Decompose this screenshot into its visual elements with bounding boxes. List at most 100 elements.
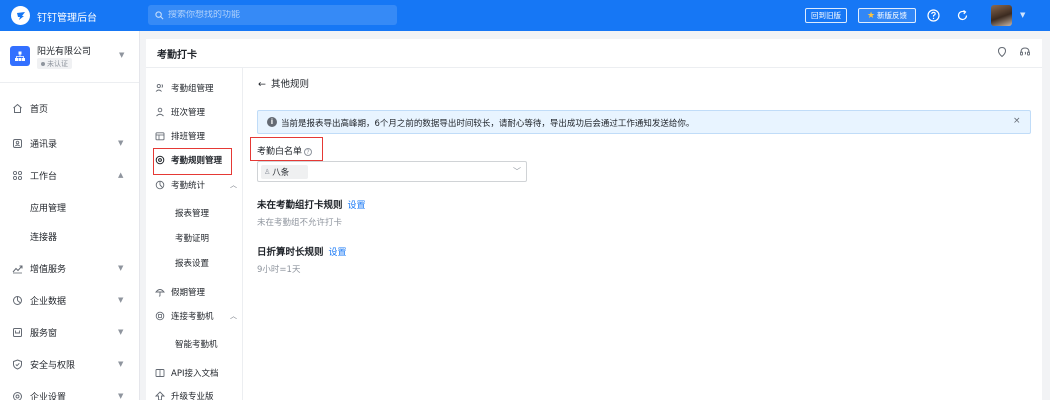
attendance-submenu: 考勤组管理 班次管理 排班管理 考勤规则管理 考勤统计 ︿ 报表管理 考勤证明 … [146,68,243,400]
member-tag[interactable]: ♙ 八条 [261,165,308,179]
workbench-icon [12,170,23,180]
star-icon: ★ [866,10,876,21]
group-icon [155,83,163,92]
submenu-item-report-settings[interactable]: 报表设置 [146,253,242,273]
submenu-label-schedule-manage: 排班管理 [171,132,206,142]
org-icon [10,46,30,66]
arrow-left-icon: ← [258,79,266,90]
question-icon[interactable]: ? [304,148,313,156]
org-name: 阳光有限公司 [37,47,92,57]
nav-item-workbench[interactable]: 工作台 ▲ [0,165,139,185]
org-status-badge: 未认证 [37,58,72,69]
nav-label-security: 安全与权限 [30,360,76,371]
rule-title-outside-group-text: 未在考勤组打卡规则 [257,200,343,211]
rule-title-day-conversion: 日折算时长规则 设置 [257,244,347,258]
submenu-item-group-manage[interactable]: 考勤组管理 [146,78,242,98]
old-version-label: 回到旧版 [811,11,841,20]
rule-desc-day-conversion: 9小时=1天 [257,265,301,275]
nav-item-service-window[interactable]: 服务窗 ▼ [0,322,139,342]
submenu-item-leave-manage[interactable]: 假期管理 [146,282,242,302]
close-icon[interactable]: × [1013,116,1021,126]
org-switcher[interactable]: 阳光有限公司 未认证 ▼ [0,31,139,83]
customer-service-icon[interactable] [1019,46,1031,58]
main-panel: 考勤打卡 考勤组管理 班次管理 排班管理 考勤规则管理 考勤统计 ︿ 报表管理 [146,39,1042,400]
nav-label-contacts: 通讯录 [30,139,58,150]
org-status-label: 未认证 [47,59,68,68]
nav-item-contacts[interactable]: 通讯录 ▼ [0,133,139,153]
chevron-up-icon: ▲ [118,171,124,179]
submenu-item-rule-manage[interactable]: 考勤规则管理 [146,150,242,170]
chevron-down-icon: ▼ [118,392,124,400]
info-alert: i 当前是报表导出高峰期，6个月之前的数据导出时间较长，请耐心等待，导出成功后会… [257,110,1031,134]
member-tag-label: 八条 [272,168,290,178]
chevron-down-icon[interactable]: ﹀ [513,166,521,177]
pin-icon[interactable] [996,46,1008,58]
chevron-up-icon: ︿ [230,312,237,320]
trend-icon [12,265,23,273]
chevron-down-icon: ▼ [118,264,124,272]
submenu-label-report-manage: 报表管理 [175,209,210,219]
whitelist-select[interactable]: ♙ 八条 ﹀ [257,161,527,182]
submenu-item-api-docs[interactable]: API接入文档 [146,363,242,383]
person-icon: ♙ [264,168,271,176]
nav-item-enterprise-data[interactable]: 企业数据 ▼ [0,290,139,310]
submenu-item-statistics[interactable]: 考勤统计 ︿ [146,175,242,195]
nav-label-service-window: 服务窗 [30,328,58,339]
umbrella-icon [155,289,165,297]
nav-item-connector[interactable]: 连接器 [0,226,139,246]
rule-desc-outside-group: 未在考勤组不允许打卡 [257,218,343,228]
nav-label-app-manage: 应用管理 [30,203,67,214]
submenu-item-connect-machine[interactable]: 连接考勤机 ︿ [146,306,242,326]
search-icon [155,10,164,19]
chevron-down-icon: ▼ [118,328,124,336]
chevron-down-icon[interactable]: ▼ [1020,11,1025,19]
submenu-item-upgrade[interactable]: 升级专业版 [146,386,242,400]
dingtalk-logo-icon[interactable] [11,6,30,25]
document-icon [155,369,165,377]
submenu-label-rule-manage: 考勤规则管理 [171,156,223,166]
nav-item-value-added[interactable]: 增值服务 ▼ [0,258,139,278]
nav-item-home[interactable]: 首页 [0,98,139,118]
submenu-label-shift-manage: 班次管理 [171,108,206,118]
chevron-down-icon: ▼ [118,296,124,304]
submenu-label-statistics: 考勤统计 [171,181,206,191]
shield-icon [13,358,22,370]
old-version-button[interactable]: 回到旧版 [805,8,847,23]
chevron-up-icon: ︿ [230,181,237,189]
back-label: 其他规则 [270,79,309,90]
submenu-label-attendance-proof: 考勤证明 [175,234,210,244]
settings-icon [155,155,165,165]
nav-label-value-added: 增值服务 [30,264,67,275]
chevron-down-icon: ▼ [118,139,124,147]
submenu-item-shift-manage[interactable]: 班次管理 [146,102,242,122]
help-icon[interactable] [927,9,940,22]
feedback-label: 新版反馈 [877,11,908,20]
nav-item-security[interactable]: 安全与权限 ▼ [0,354,139,374]
submenu-item-attendance-proof[interactable]: 考勤证明 [146,228,242,248]
back-link[interactable]: ← 其他规则 [258,76,309,90]
user-avatar[interactable] [991,5,1012,26]
service-window-icon [13,327,22,337]
submenu-label-smart-machine: 智能考勤机 [175,340,218,350]
search-box[interactable] [148,5,397,25]
nav-item-app-manage[interactable]: 应用管理 [0,197,139,217]
nav-label-workbench: 工作台 [30,171,58,182]
search-input[interactable] [168,10,388,20]
submenu-item-report-manage[interactable]: 报表管理 [146,203,242,223]
refresh-icon[interactable] [956,9,969,22]
statistics-icon [155,180,165,190]
home-icon [13,103,22,113]
whitelist-label: 考勤白名单? [257,144,313,157]
info-icon: i [267,117,277,127]
submenu-item-smart-machine[interactable]: 智能考勤机 [146,334,242,354]
nav-item-enterprise-settings[interactable]: 企业设置 ▼ [0,386,139,400]
page-title: 考勤打卡 [157,50,197,61]
rule-title-day-conversion-text: 日折算时长规则 [257,247,324,258]
nav-label-enterprise-data: 企业数据 [30,296,67,307]
settings-link-day-conversion[interactable]: 设置 [329,248,347,258]
settings-link-outside-group[interactable]: 设置 [348,201,366,211]
submenu-label-group-manage: 考勤组管理 [171,84,214,94]
feedback-button[interactable]: ★ 新版反馈 [858,8,916,23]
chevron-down-icon: ▼ [119,51,125,59]
submenu-item-schedule-manage[interactable]: 排班管理 [146,126,242,146]
